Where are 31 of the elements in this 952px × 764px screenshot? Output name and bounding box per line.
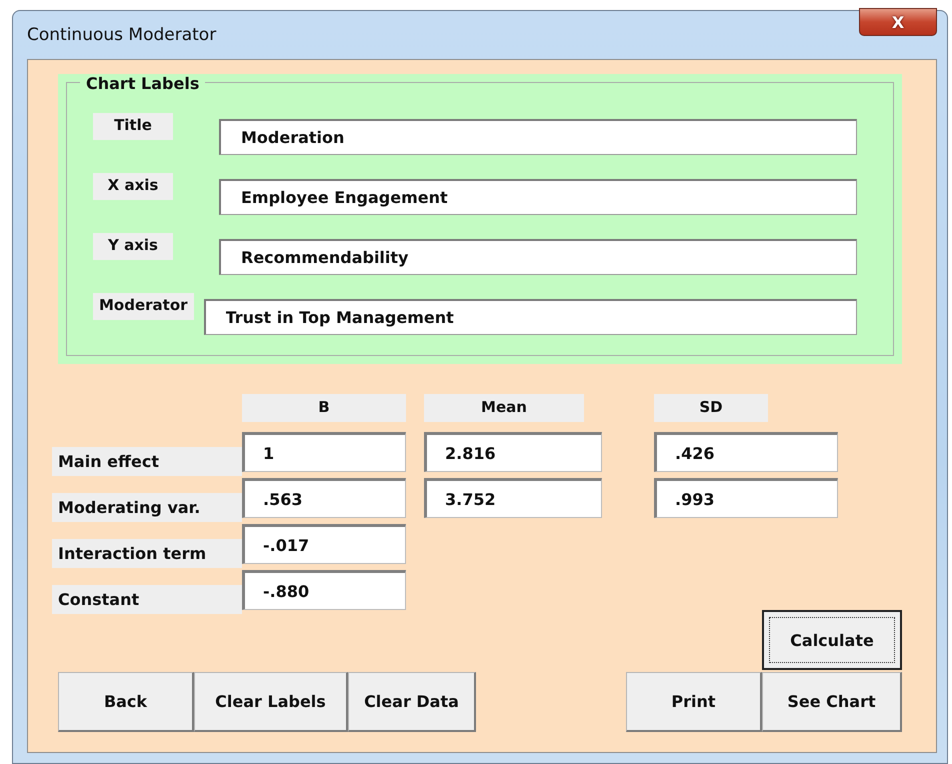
field-label: Moderator <box>93 293 194 320</box>
value-field[interactable]: .563 <box>242 478 406 518</box>
action-button[interactable]: Back <box>58 672 194 732</box>
row-label: Interaction term <box>52 539 242 568</box>
label-field[interactable]: Employee Engagement <box>219 179 857 215</box>
value-field[interactable]: 1 <box>242 432 406 472</box>
field-label: Y axis <box>93 233 173 260</box>
action-button[interactable]: Clear Labels <box>194 672 348 732</box>
value-field[interactable]: .426 <box>654 432 838 472</box>
calculate-button[interactable]: Calculate <box>762 610 902 670</box>
value-field[interactable]: -.880 <box>242 570 406 610</box>
close-button[interactable]: X <box>859 8 937 36</box>
column-header: Mean <box>424 394 584 422</box>
column-header: B <box>242 394 406 422</box>
row-label: Moderating var. <box>52 493 242 522</box>
label-field[interactable]: Recommendability <box>219 239 857 275</box>
value-field[interactable]: .993 <box>654 478 838 518</box>
row-label: Constant <box>52 585 242 614</box>
value-field[interactable]: 2.816 <box>424 432 602 472</box>
label-field[interactable]: Trust in Top Management <box>204 299 857 335</box>
value-field[interactable]: 3.752 <box>424 478 602 518</box>
label-field[interactable]: Moderation <box>219 119 857 155</box>
row-label: Main effect <box>52 447 242 476</box>
window-title: Continuous Moderator <box>27 25 216 45</box>
field-label: Title <box>93 113 173 140</box>
value-field[interactable]: -.017 <box>242 524 406 564</box>
column-header: SD <box>654 394 768 422</box>
action-button[interactable]: Print <box>626 672 762 732</box>
action-button[interactable]: Clear Data <box>348 672 476 732</box>
field-label: X axis <box>93 173 173 200</box>
action-button[interactable]: See Chart <box>762 672 902 732</box>
